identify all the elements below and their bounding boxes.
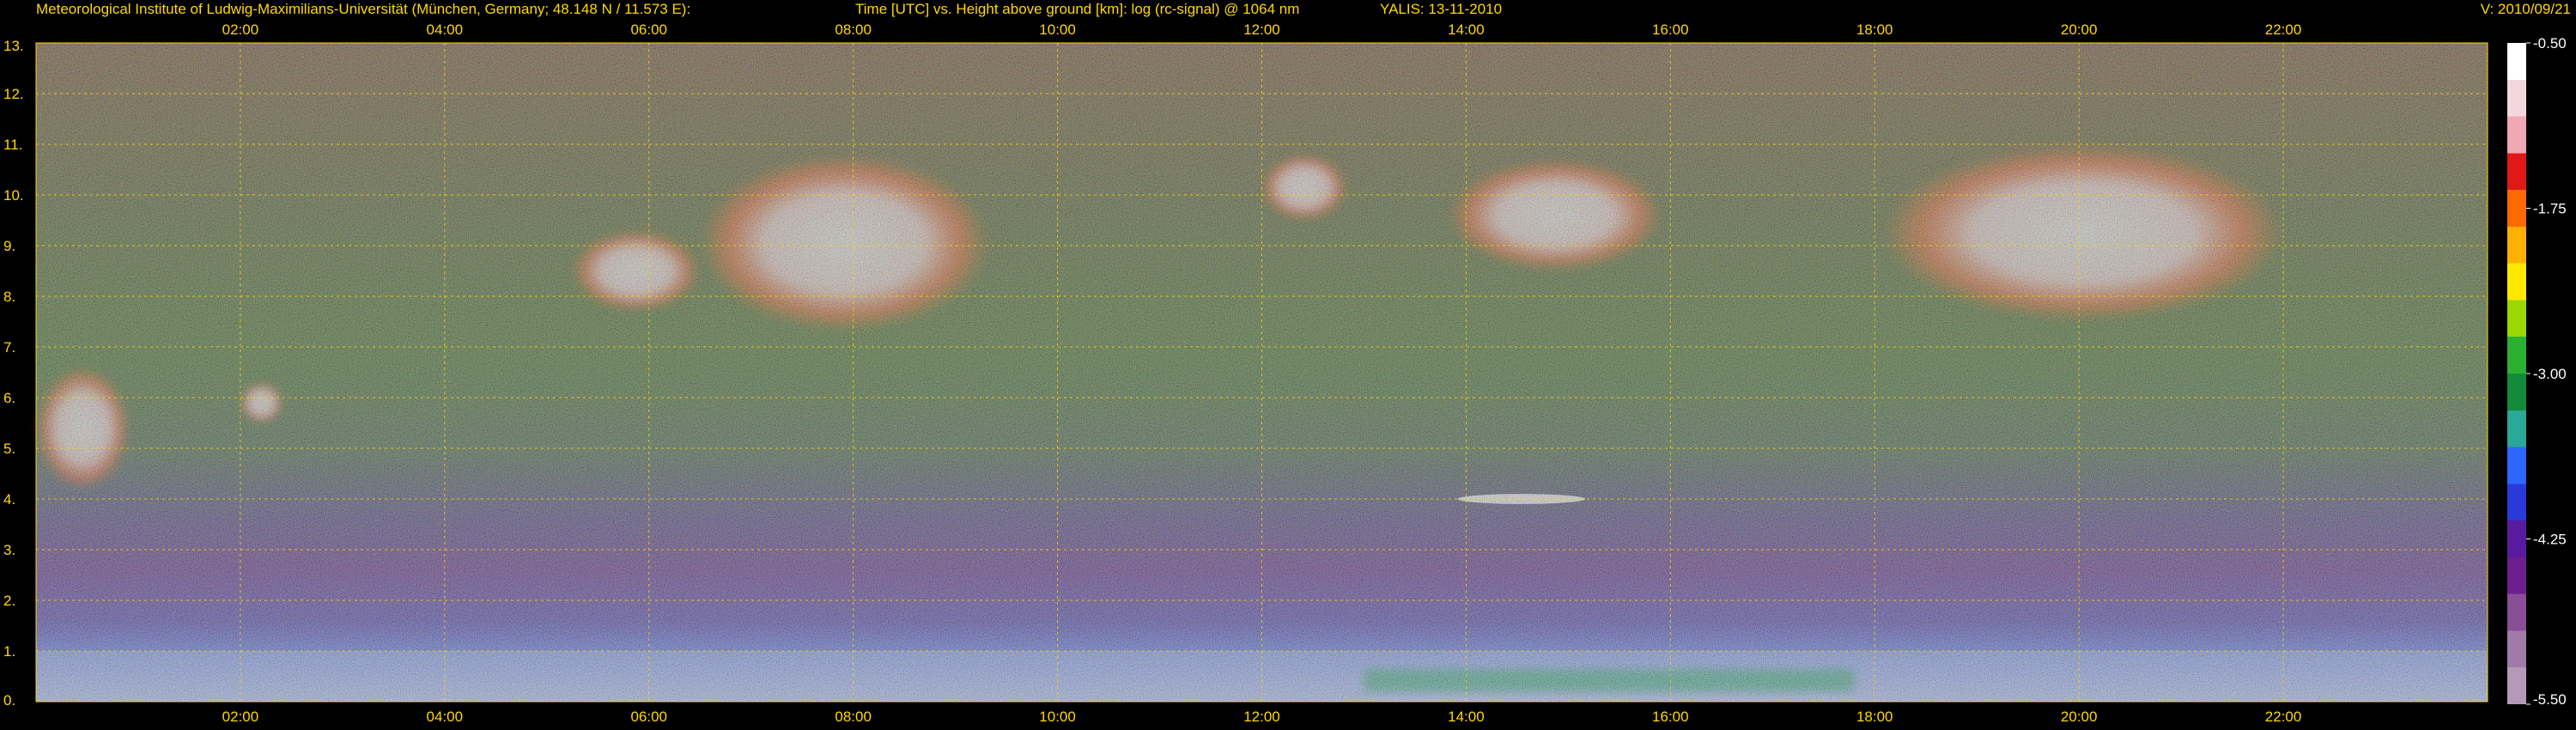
y-tick-label: 5. xyxy=(3,441,15,457)
heatmap-area xyxy=(35,42,2488,703)
y-tick-label: 1. xyxy=(3,643,15,660)
colorbar-tick-label: -0.50 xyxy=(2533,35,2567,52)
y-tick-label: 11. xyxy=(3,137,22,153)
y-tick-label: 6. xyxy=(3,390,15,406)
x-tick-label-top: 14:00 xyxy=(1448,21,1485,38)
x-tick-label-top: 22:00 xyxy=(2265,21,2302,38)
lidar-chart: 02:00 02:00 04:00 04:00 06:00 06:00 08:00 08:00… xyxy=(3,21,2567,725)
y-tick-label: 0. xyxy=(3,692,15,709)
x-tick-label-top: 02:00 xyxy=(222,21,259,38)
x-tick-label-top: 04:00 xyxy=(427,21,464,38)
x-tick-label-top: 06:00 xyxy=(630,21,667,38)
colorbar-tick-label: -1.75 xyxy=(2533,201,2567,217)
x-tick-label-bottom: 12:00 xyxy=(1243,709,1280,725)
x-tick-label-top: 18:00 xyxy=(1856,21,1893,38)
y-tick-label: 4. xyxy=(3,491,15,508)
y-tick-label: 7. xyxy=(3,339,15,356)
y-tick-label: 9. xyxy=(3,238,15,254)
colorbar-gradient xyxy=(2507,43,2526,704)
x-tick-label-bottom: 06:00 xyxy=(630,709,667,725)
x-tick-label-top: 12:00 xyxy=(1243,21,1280,38)
colorbar-tick-label: -4.25 xyxy=(2533,532,2567,548)
x-tick-label-bottom: 14:00 xyxy=(1448,709,1485,725)
x-tick-label-bottom: 04:00 xyxy=(427,709,464,725)
x-tick-label-bottom: 22:00 xyxy=(2265,709,2302,725)
y-tick-label: 12. xyxy=(3,86,24,102)
x-tick-label-bottom: 02:00 xyxy=(222,709,259,725)
x-tick-label-bottom: 20:00 xyxy=(2061,709,2098,725)
x-tick-label-bottom: 16:00 xyxy=(1652,709,1689,725)
y-tick-label: 3. xyxy=(3,542,15,558)
x-tick-label-bottom: 10:00 xyxy=(1039,709,1076,725)
y-tick-label: 13. xyxy=(3,38,24,54)
x-tick-label-top: 16:00 xyxy=(1652,21,1689,38)
x-tick-label-top: 10:00 xyxy=(1039,21,1076,38)
colorbar-tick-label: -3.00 xyxy=(2533,366,2567,382)
x-tick-label-bottom: 18:00 xyxy=(1856,709,1893,725)
colorbar-tick-label: -5.50 xyxy=(2533,691,2567,708)
y-tick-label: 2. xyxy=(3,593,15,609)
x-tick-label-bottom: 08:00 xyxy=(835,709,872,725)
y-tick-label: 10. xyxy=(3,187,24,204)
colorbar: -0.50 -1.75 -3.00 -4.25 -5.50 xyxy=(2507,35,2567,708)
x-tick-label-top: 08:00 xyxy=(835,21,872,38)
x-tick-label-top: 20:00 xyxy=(2061,21,2098,38)
y-tick-label: 8. xyxy=(3,289,15,305)
